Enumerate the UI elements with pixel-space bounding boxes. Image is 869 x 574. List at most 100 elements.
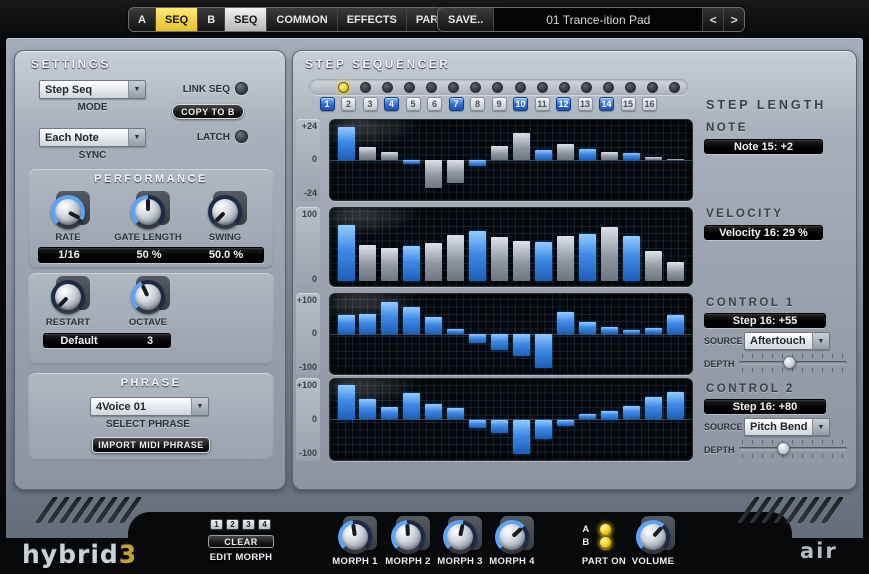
latch-led[interactable]	[235, 130, 248, 143]
step-button-9[interactable]: 9	[492, 97, 507, 111]
step-bar-16[interactable]	[667, 315, 684, 334]
part-b-led[interactable]	[599, 536, 612, 549]
step-bar-1[interactable]	[338, 385, 355, 420]
step-bar-2[interactable]	[359, 245, 376, 281]
select-phrase-dropdown[interactable]: 4Voice 01 ▼	[90, 397, 209, 416]
step-bar-8[interactable]	[491, 237, 508, 281]
preset-display[interactable]: 01 Trance-ition Pad	[494, 8, 702, 31]
morph1-knob[interactable]	[338, 520, 372, 554]
step-bar-7[interactable]	[469, 420, 486, 429]
step-bar-1[interactable]	[338, 127, 355, 160]
step-bar-3[interactable]	[381, 152, 398, 161]
step-bar-5[interactable]	[425, 160, 442, 188]
step-bar-7[interactable]	[469, 160, 486, 166]
step-bar-8[interactable]	[491, 334, 508, 350]
step-bar-13[interactable]	[601, 152, 618, 161]
rate-knob[interactable]	[51, 195, 85, 229]
step-bar-10[interactable]	[535, 242, 552, 281]
gate-length-knob[interactable]	[131, 195, 165, 229]
step-button-11[interactable]: 11	[535, 97, 550, 111]
step-bar-7[interactable]	[469, 231, 486, 281]
step-bar-10[interactable]	[535, 150, 552, 160]
link-seq-led[interactable]	[235, 82, 248, 95]
slider-handle[interactable]	[783, 356, 796, 369]
control1-source-dropdown[interactable]: Aftertouch ▼	[744, 332, 830, 350]
step-bar-1[interactable]	[338, 225, 355, 281]
step-bar-14[interactable]	[623, 236, 640, 281]
step-button-13[interactable]: 13	[578, 97, 593, 111]
step-bar-4[interactable]	[403, 160, 420, 164]
step-bar-5[interactable]	[425, 404, 442, 420]
tab-part-b[interactable]: B	[198, 8, 225, 31]
step-bar-16[interactable]	[667, 159, 684, 161]
step-bar-3[interactable]	[381, 302, 398, 334]
step-bar-9[interactable]	[513, 133, 530, 160]
preset-prev-button[interactable]: <	[702, 8, 723, 31]
step-bar-14[interactable]	[623, 153, 640, 160]
step-bar-10[interactable]	[535, 420, 552, 440]
step-bar-4[interactable]	[403, 393, 420, 420]
morph4-knob[interactable]	[495, 520, 529, 554]
step-bar-13[interactable]	[601, 227, 618, 281]
note-chart[interactable]	[329, 119, 693, 201]
step-bar-13[interactable]	[601, 327, 618, 334]
step-bar-12[interactable]	[579, 414, 596, 420]
morph3-knob[interactable]	[443, 520, 477, 554]
volume-knob[interactable]	[636, 520, 670, 554]
control1-chart[interactable]	[329, 293, 693, 375]
step-button-14[interactable]: 14	[599, 97, 614, 111]
step-bar-2[interactable]	[359, 147, 376, 160]
step-bar-12[interactable]	[579, 234, 596, 281]
step-button-8[interactable]: 8	[470, 97, 485, 111]
step-bar-5[interactable]	[425, 317, 442, 334]
step-bar-14[interactable]	[623, 330, 640, 334]
step-button-15[interactable]: 15	[621, 97, 636, 111]
control2-depth-slider[interactable]	[738, 440, 848, 458]
restart-knob[interactable]	[51, 280, 85, 314]
step-bar-15[interactable]	[645, 397, 662, 419]
step-bar-16[interactable]	[667, 262, 684, 281]
step-bar-15[interactable]	[645, 251, 662, 281]
import-midi-phrase-button[interactable]: IMPORT MIDI PHRASE	[92, 437, 210, 453]
morph-select-button-4[interactable]: 4	[258, 519, 271, 530]
preset-next-button[interactable]: >	[723, 8, 744, 31]
step-bar-6[interactable]	[447, 160, 464, 183]
swing-knob[interactable]	[208, 195, 242, 229]
tab-effects[interactable]: EFFECTS	[338, 8, 407, 31]
step-bar-8[interactable]	[491, 420, 508, 434]
step-bar-11[interactable]	[557, 144, 574, 160]
step-bar-2[interactable]	[359, 314, 376, 334]
step-bar-15[interactable]	[645, 328, 662, 334]
step-bar-9[interactable]	[513, 334, 530, 356]
step-bar-12[interactable]	[579, 322, 596, 334]
step-button-4[interactable]: 4	[384, 97, 399, 111]
clear-button[interactable]: CLEAR	[208, 535, 274, 548]
step-bar-8[interactable]	[491, 146, 508, 160]
step-bar-3[interactable]	[381, 407, 398, 420]
step-bar-6[interactable]	[447, 329, 464, 334]
step-button-6[interactable]: 6	[427, 97, 442, 111]
step-bar-6[interactable]	[447, 235, 464, 281]
step-bar-13[interactable]	[601, 411, 618, 420]
step-bar-14[interactable]	[623, 406, 640, 419]
step-bar-15[interactable]	[645, 157, 662, 160]
copy-to-b-button[interactable]: COPY TO B	[172, 104, 244, 119]
tab-seq-b[interactable]: SEQ	[225, 8, 267, 31]
morph-select-button-2[interactable]: 2	[226, 519, 239, 530]
tab-seq-a[interactable]: SEQ	[156, 8, 198, 31]
step-bar-11[interactable]	[557, 236, 574, 281]
step-bar-9[interactable]	[513, 420, 530, 455]
control2-chart[interactable]	[329, 378, 693, 461]
velocity-chart[interactable]	[329, 207, 693, 287]
morph-select-button-3[interactable]: 3	[242, 519, 255, 530]
octave-knob[interactable]	[131, 280, 165, 314]
slider-handle[interactable]	[777, 442, 790, 455]
step-bar-16[interactable]	[667, 392, 684, 420]
mode-dropdown[interactable]: Step Seq ▼	[39, 80, 146, 99]
step-bar-3[interactable]	[381, 248, 398, 282]
step-button-5[interactable]: 5	[406, 97, 421, 111]
tab-common[interactable]: COMMON	[267, 8, 337, 31]
step-button-12[interactable]: 12	[556, 97, 571, 111]
step-bar-11[interactable]	[557, 312, 574, 334]
step-bar-4[interactable]	[403, 307, 420, 334]
